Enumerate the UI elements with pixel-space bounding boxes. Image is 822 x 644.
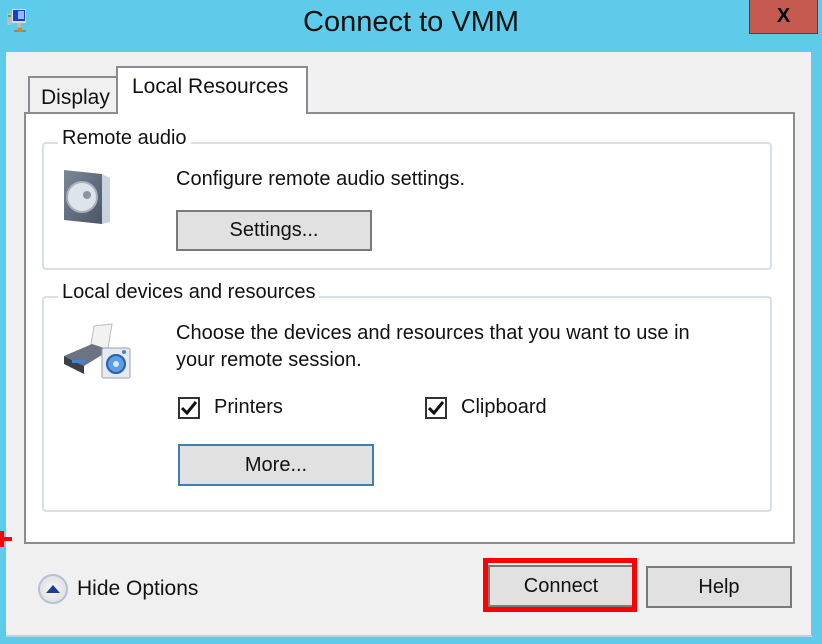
tab-display-label: Display — [41, 86, 110, 109]
connect-button-highlight — [483, 558, 637, 612]
remote-audio-legend: Remote audio — [58, 127, 191, 150]
remote-audio-group: Remote audio Configure remote audio sett… — [42, 127, 772, 270]
clipboard-checkbox-row[interactable]: Clipboard — [425, 396, 547, 419]
local-devices-group: Local devices and resources Choose the d… — [42, 281, 772, 512]
tab-local-resources[interactable]: Local Resources — [116, 66, 308, 114]
checkmark-icon — [181, 400, 197, 415]
remote-audio-description: Configure remote audio settings. — [176, 168, 466, 190]
checkmark-icon — [428, 400, 444, 415]
collapse-up-icon — [38, 574, 68, 604]
help-button[interactable]: Help — [646, 566, 792, 608]
tab-local-resources-label: Local Resources — [132, 75, 289, 98]
window-bottom-edge — [6, 635, 812, 637]
clipboard-label: Clipboard — [461, 396, 547, 418]
local-resources-panel: Remote audio Configure remote audio sett… — [24, 112, 795, 544]
clipboard-checkbox[interactable] — [425, 396, 447, 419]
tab-display[interactable]: Display — [28, 76, 120, 114]
printers-label: Printers — [214, 396, 283, 418]
local-devices-legend: Local devices and resources — [58, 281, 320, 304]
window-title: Connect to VMM — [303, 6, 519, 38]
local-devices-description-line2: your remote session. — [176, 349, 362, 371]
printers-checkbox-row[interactable]: Printers — [178, 396, 283, 419]
speaker-icon — [64, 170, 110, 224]
close-icon: X — [776, 5, 791, 27]
printers-checkbox[interactable] — [178, 396, 200, 419]
audio-settings-button[interactable]: Settings... — [176, 210, 372, 251]
printer-camera-icon — [64, 323, 131, 379]
title-bar: Connect to VMM X — [0, 0, 822, 50]
hide-options-toggle[interactable]: Hide Options — [38, 574, 198, 604]
dialog-client-area: Display Local Resources Remote audio Con… — [6, 52, 811, 635]
more-button[interactable]: More... — [178, 444, 374, 486]
local-devices-description-line1: Choose the devices and resources that yo… — [176, 322, 690, 344]
red-cursor-marker — [0, 531, 12, 547]
hide-options-label: Hide Options — [77, 577, 199, 600]
close-button[interactable]: X — [749, 0, 818, 34]
